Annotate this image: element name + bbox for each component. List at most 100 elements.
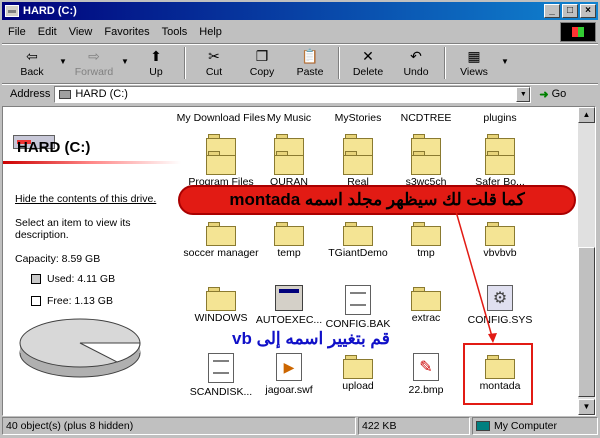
file-item[interactable]: tmp [390,220,462,259]
scroll-up-icon[interactable]: ▲ [578,107,595,123]
menu-view[interactable]: View [69,26,93,38]
menu-edit[interactable]: Edit [38,26,57,38]
file-item[interactable]: extrac [390,285,462,324]
menu-favorites[interactable]: Favorites [104,26,149,38]
maximize-button[interactable]: □ [562,4,578,18]
file-label: temp [277,247,301,259]
file-label: tmp [417,247,435,259]
bitmap-icon: ✎ [413,353,439,381]
views-grid-icon: ▦ [467,48,481,64]
menu-file[interactable]: File [8,26,26,38]
hide-contents-link[interactable]: Hide the contents of this drive. [15,193,156,205]
file-label: plugins [483,112,517,124]
file-item[interactable]: ✎ 22.bmp [390,353,462,396]
folder-icon [274,149,304,175]
file-item[interactable]: Real [322,149,394,188]
folder-icon [411,285,441,311]
scroll-down-icon[interactable]: ▼ [578,399,595,415]
toolbar: ⇦ Back ▼ ⇨ Forward ▼ ⬆ Up ✂ Cut ❐ Copy 📋 Paste… [2,45,598,83]
delete-x-icon: ✕ [362,48,374,64]
folder-icon [274,220,304,246]
address-dropdown-icon[interactable]: ▼ [516,86,531,102]
free-swatch [31,296,41,306]
file-item[interactable]: upload [322,353,394,392]
folder-icon [343,149,373,175]
scroll-thumb[interactable] [578,247,595,397]
used-legend: Used: 4.11 GB [31,273,115,285]
file-item[interactable]: soccer manager [183,220,259,259]
windows-logo-icon [560,22,596,42]
file-label: jagoar.swf [265,384,313,396]
file-label: SCANDISK... [189,386,253,398]
cut-button[interactable]: ✂ Cut [190,45,238,81]
forward-dropdown-icon[interactable]: ▼ [118,45,132,81]
vertical-scrollbar[interactable]: ▲ ▼ [578,107,595,415]
folder-icon [206,220,236,246]
menu-bar: File Edit View Favorites Tools Help [2,22,562,42]
copy-icon: ❐ [255,48,269,64]
batch-file-icon [275,285,303,311]
title-bar: HARD (C:) _ □ × [2,2,598,20]
file-item[interactable]: TGiantDemo [322,220,394,259]
free-legend: Free: 1.13 GB [31,295,113,307]
file-item[interactable]: s3wc5ch [390,149,462,188]
folder-icon [206,149,236,175]
file-item[interactable]: Program Files [185,149,257,188]
file-label: CONFIG.SYS [467,314,533,326]
go-button[interactable]: ➜ Go [539,88,566,101]
address-input[interactable]: HARD (C:) ▼ [54,85,532,103]
disk-usage-pie [19,318,141,378]
file-item[interactable]: Safer Bo... [464,149,536,188]
file-item[interactable]: ⚙ CONFIG.SYS [464,285,536,326]
back-button[interactable]: ⇦ Back [8,45,56,81]
views-dropdown-icon[interactable]: ▼ [498,45,512,81]
annotation-banner: كما قلت لك سيظهر مجلد اسمه montada [178,185,576,215]
file-item[interactable]: CONFIG.BAK [322,285,394,330]
file-label: TGiantDemo [328,247,388,259]
scissors-icon: ✂ [208,48,220,64]
drive-icon [59,89,72,99]
file-item[interactable]: vbvbvb [464,220,536,259]
file-label: AUTOEXEC... [255,314,323,326]
delete-button[interactable]: ✕ Delete [344,45,392,81]
menu-tools[interactable]: Tools [162,26,188,38]
title-banner [3,161,181,164]
views-button[interactable]: ▦ Views [450,45,498,81]
file-label: NCDTREE [400,112,452,124]
file-item[interactable]: QURAN [253,149,325,188]
file-label: extrac [411,312,441,324]
up-button[interactable]: ⬆ Up [132,45,180,81]
drive-icon [5,5,19,17]
file-item[interactable]: WINDOWS [185,285,257,324]
minimize-button[interactable]: _ [544,4,560,18]
forward-button[interactable]: ⇨ Forward [70,45,118,81]
status-bar: 40 object(s) (plus 8 hidden) 422 KB My C… [2,417,598,436]
go-arrow-icon: ➜ [539,88,549,101]
undo-icon: ↶ [410,48,422,64]
back-dropdown-icon[interactable]: ▼ [56,45,70,81]
menu-help[interactable]: Help [199,26,222,38]
used-text: Used: 4.11 GB [47,273,116,285]
free-text: Free: 1.13 GB [47,295,113,307]
capacity-text: Capacity: 8.59 GB [15,253,101,265]
copy-button[interactable]: ❐ Copy [238,45,286,81]
toolbar-separator [444,47,446,79]
paste-button[interactable]: 📋 Paste [286,45,334,81]
file-item[interactable]: AUTOEXEC... [253,285,325,326]
clipboard-icon: 📋 [301,48,319,64]
flash-file-icon: ▶ [276,353,302,381]
folder-icon [485,149,515,175]
file-label: 22.bmp [408,384,444,396]
toolbar-separator [338,47,340,79]
file-item[interactable]: temp [253,220,325,259]
drive-title: HARD (C:) [17,139,91,156]
status-size: 422 KB [358,417,470,435]
file-item[interactable]: ▶ jagoar.swf [253,353,325,396]
folder-icon [206,285,236,311]
undo-button[interactable]: ↶ Undo [392,45,440,81]
close-button[interactable]: × [580,4,596,18]
address-label: Address [10,88,51,100]
file-label: soccer manager [183,247,259,259]
file-item[interactable]: SCANDISK... [185,353,257,398]
status-objects: 40 object(s) (plus 8 hidden) [2,417,356,435]
